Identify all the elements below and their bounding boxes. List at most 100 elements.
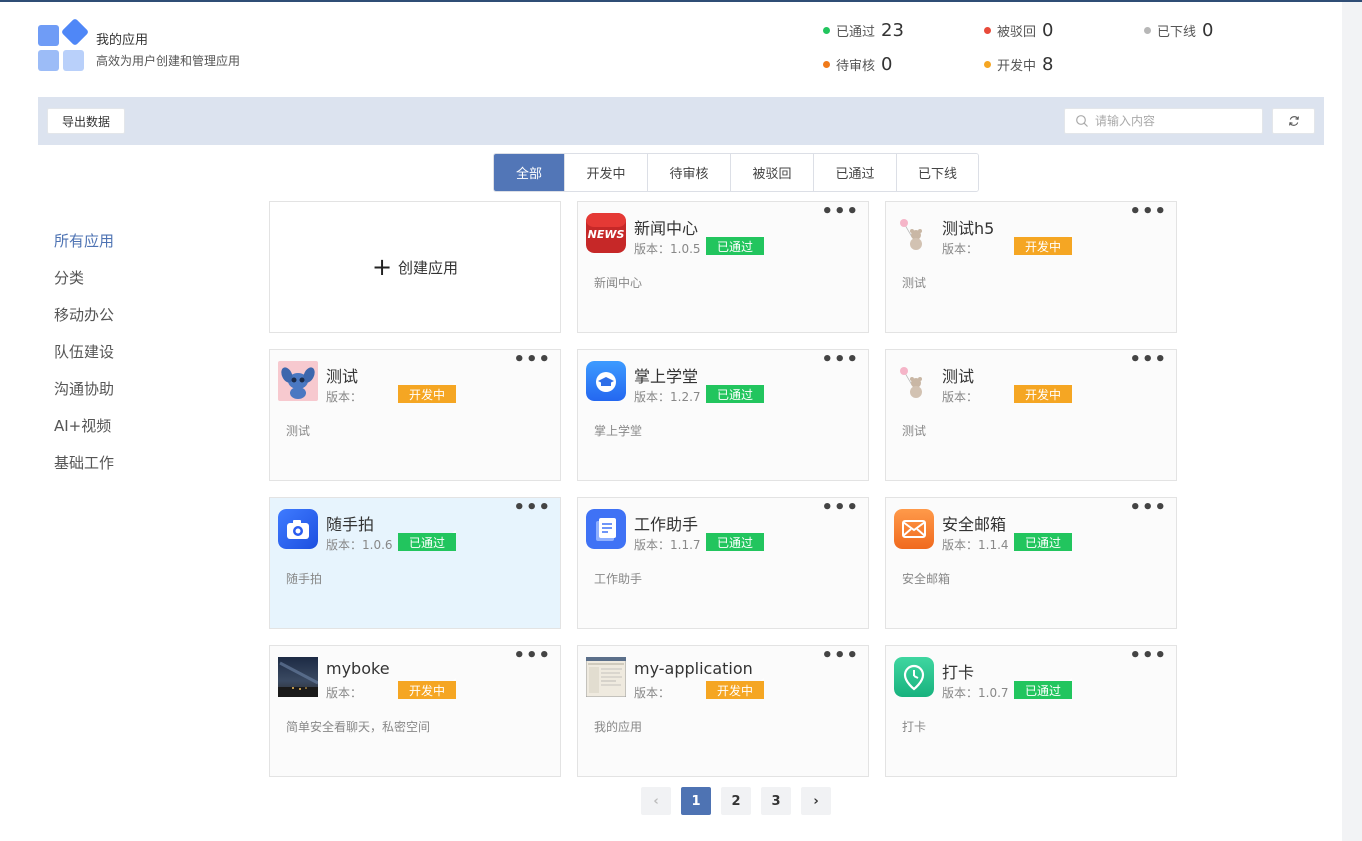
- tab-approved[interactable]: 已通过: [813, 154, 896, 191]
- next-page-button[interactable]: ›: [801, 787, 831, 815]
- more-options-icon[interactable]: •••: [513, 647, 551, 665]
- page-1-button[interactable]: 1: [681, 787, 711, 815]
- sidebar-item-category[interactable]: 分类: [54, 259, 114, 296]
- search-input[interactable]: [1095, 114, 1255, 128]
- more-options-icon[interactable]: •••: [513, 499, 551, 517]
- sidebar-item-all-apps[interactable]: 所有应用: [54, 222, 114, 259]
- app-name: 随手拍: [326, 515, 375, 534]
- plus-icon: +: [371, 253, 393, 281]
- page-2-button[interactable]: 2: [721, 787, 751, 815]
- app-name: 打卡: [942, 663, 975, 682]
- page-title: 我的应用: [96, 33, 149, 48]
- tab-developing[interactable]: 开发中: [564, 154, 647, 191]
- app-name: my-application: [634, 659, 753, 678]
- status-badge: 已通过: [706, 234, 764, 255]
- app-description: 测试: [902, 424, 927, 438]
- page: 我的应用 高效为用户创建和管理应用 已通过 23 被驳回 0 已下线 0 待审核…: [0, 2, 1342, 841]
- app-version: 版本：1.2.7: [634, 390, 701, 404]
- status-badge: 已通过: [1014, 678, 1072, 699]
- document-icon: [586, 509, 626, 549]
- category-sidebar: 所有应用 分类 移动办公 队伍建设 沟通协助 AI+视频 基础工作: [54, 222, 114, 481]
- app-description: 测试: [902, 276, 927, 290]
- app-version: 版本：1.0.6: [326, 538, 393, 552]
- app-description: 我的应用: [594, 720, 643, 734]
- stat-rejected: 被驳回 0: [984, 20, 1053, 41]
- camera-icon: [278, 509, 318, 549]
- tab-pending[interactable]: 待审核: [647, 154, 730, 191]
- page-3-button[interactable]: 3: [761, 787, 791, 815]
- more-options-icon[interactable]: •••: [821, 647, 859, 665]
- status-badge: 开发中: [706, 678, 764, 699]
- app-card[interactable]: ••• my-application 版本： 开发中 我的应用: [577, 645, 869, 777]
- pagination: ‹ 1 2 3 ›: [641, 787, 841, 815]
- app-name: 测试: [326, 367, 359, 386]
- app-card[interactable]: ••• 打卡 版本：1.0.7 已通过 打卡: [885, 645, 1177, 777]
- export-button[interactable]: 导出数据: [47, 108, 125, 134]
- stat-pending: 待审核 0: [823, 54, 892, 75]
- stat-developing: 开发中 8: [984, 54, 1053, 75]
- more-options-icon[interactable]: •••: [1129, 499, 1167, 517]
- prev-page-button[interactable]: ‹: [641, 787, 671, 815]
- app-description: 安全邮箱: [902, 572, 951, 586]
- more-options-icon[interactable]: •••: [821, 203, 859, 221]
- sidebar-item-basic-work[interactable]: 基础工作: [54, 444, 114, 481]
- app-card[interactable]: ••• 掌上学堂 版本：1.2.7 已通过 掌上学堂: [577, 349, 869, 481]
- app-card[interactable]: ••• 随手拍 版本：1.0.6 已通过 随手拍: [269, 497, 561, 629]
- stat-approved: 已通过 23: [823, 20, 904, 41]
- app-description: 随手拍: [286, 572, 323, 586]
- more-options-icon[interactable]: •••: [1129, 351, 1167, 369]
- app-name: myboke: [326, 659, 390, 678]
- sidebar-item-team-building[interactable]: 队伍建设: [54, 333, 114, 370]
- create-app-label: 创建应用: [398, 258, 459, 277]
- sidebar-item-communication[interactable]: 沟通协助: [54, 370, 114, 407]
- app-name: 掌上学堂: [634, 367, 699, 386]
- app-card[interactable]: ••• NEWS 新闻中心 版本：1.0.5 已通过 新闻中心: [577, 201, 869, 333]
- page-subtitle: 高效为用户创建和管理应用: [96, 54, 241, 68]
- app-card[interactable]: ••• 测试 版本： 开发中 测试: [885, 349, 1177, 481]
- tab-all[interactable]: 全部: [494, 154, 564, 191]
- app-version: 版本：: [942, 242, 979, 256]
- bear-balloon-icon: [894, 361, 934, 401]
- more-options-icon[interactable]: •••: [821, 351, 859, 369]
- status-dot: [984, 27, 991, 34]
- more-options-icon[interactable]: •••: [821, 499, 859, 517]
- search-box[interactable]: [1064, 108, 1263, 134]
- app-version: 版本：: [634, 686, 671, 700]
- app-name: 工作助手: [634, 515, 699, 534]
- app-card[interactable]: ••• myboke 版本： 开发中 简单安全看聊天，私密空间: [269, 645, 561, 777]
- app-card[interactable]: ••• 安全邮箱 版本：1.1.4 已通过 安全邮箱: [885, 497, 1177, 629]
- page-gutter: [1342, 2, 1362, 841]
- app-description: 简单安全看聊天，私密空间: [286, 720, 431, 734]
- app-card[interactable]: ••• 测试h5 版本： 开发中 测试: [885, 201, 1177, 333]
- tab-offline[interactable]: 已下线: [896, 154, 978, 191]
- status-badge: 开发中: [1014, 382, 1072, 403]
- screenshot-thumbnail-icon: [586, 657, 626, 697]
- tab-rejected[interactable]: 被驳回: [730, 154, 813, 191]
- more-options-icon[interactable]: •••: [1129, 203, 1167, 221]
- status-badge: 开发中: [398, 678, 456, 699]
- toolbar: 导出数据: [38, 97, 1324, 145]
- app-card[interactable]: ••• 测试 版本： 开发中 测试: [269, 349, 561, 481]
- sidebar-item-ai-video[interactable]: AI+视频: [54, 407, 114, 444]
- status-dot: [1144, 27, 1151, 34]
- sidebar-item-mobile-office[interactable]: 移动办公: [54, 296, 114, 333]
- app-name: 安全邮箱: [942, 515, 1007, 534]
- stitch-icon: [278, 361, 318, 401]
- more-options-icon[interactable]: •••: [1129, 647, 1167, 665]
- status-dot: [984, 61, 991, 68]
- stat-offline: 已下线 0: [1144, 20, 1213, 41]
- search-icon: [1076, 115, 1088, 127]
- create-app-card[interactable]: + 创建应用: [269, 201, 561, 333]
- status-badge: 已通过: [1014, 530, 1072, 551]
- app-description: 打卡: [902, 720, 927, 734]
- app-card[interactable]: ••• 工作助手 版本：1.1.7 已通过 工作助手: [577, 497, 869, 629]
- status-tabs: 全部 开发中 待审核 被驳回 已通过 已下线: [493, 153, 979, 192]
- app-description: 新闻中心: [594, 276, 643, 290]
- bear-balloon-icon: [894, 213, 934, 253]
- refresh-button[interactable]: [1272, 108, 1315, 134]
- app-description: 掌上学堂: [594, 424, 643, 438]
- graduation-cap-icon: [586, 361, 626, 401]
- app-name: 测试: [942, 367, 975, 386]
- news-icon: NEWS: [586, 213, 626, 253]
- more-options-icon[interactable]: •••: [513, 351, 551, 369]
